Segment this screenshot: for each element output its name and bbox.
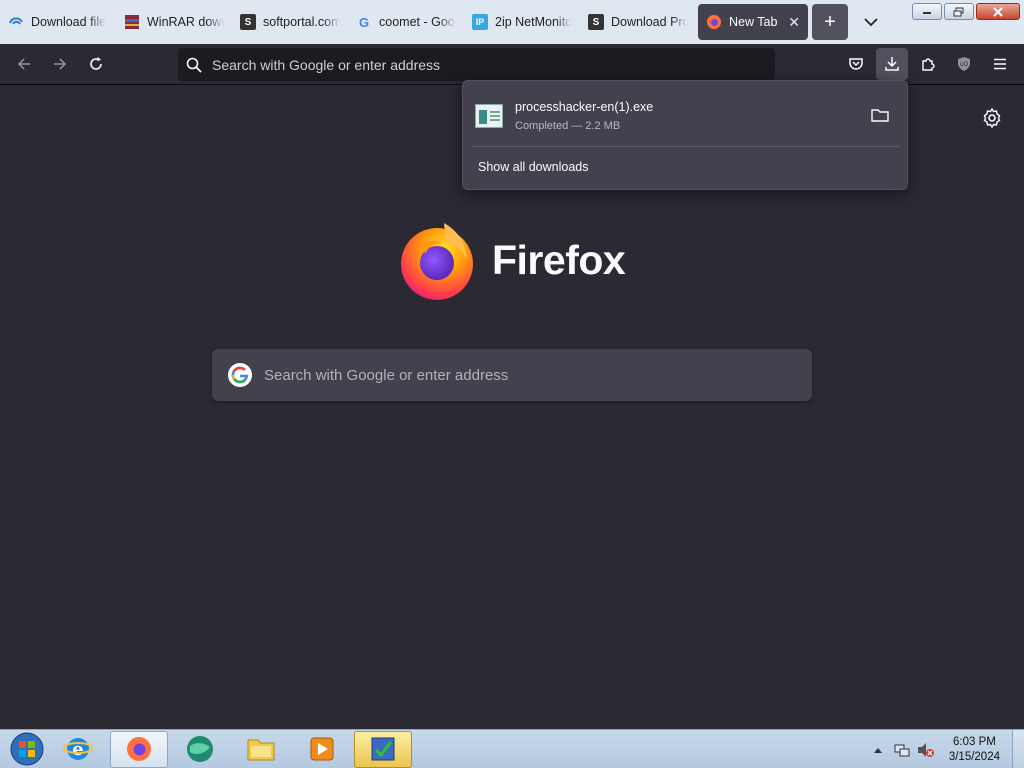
taskbar-internet-explorer[interactable]: e (49, 731, 107, 768)
checklist-app-icon (371, 737, 395, 761)
arrow-right-icon (54, 58, 67, 70)
tab-winrar[interactable]: WinRAR download (116, 5, 232, 39)
firefox-wordmark: Firefox (492, 236, 626, 283)
windows-taskbar: e 6:03 PM 3/15/2024 (0, 729, 1024, 768)
download-filename: processhacker-en(1).exe (515, 100, 654, 114)
tab-new-tab[interactable]: New Tab ✕ (698, 4, 808, 40)
tab-label: New Tab (729, 15, 778, 29)
ublock-button[interactable]: uO (948, 48, 980, 80)
tab-label: 2ip NetMonitor (495, 15, 572, 29)
reload-button[interactable] (80, 48, 112, 80)
network-icon (894, 744, 910, 756)
downloads-button[interactable] (876, 48, 908, 80)
start-button[interactable] (8, 731, 46, 767)
new-tab-button[interactable]: + (812, 4, 848, 40)
forward-button[interactable] (44, 48, 76, 80)
page-search-box[interactable]: Search with Google or enter address (212, 349, 812, 401)
taskbar-highlighted-app[interactable] (354, 730, 412, 768)
tab-softportal[interactable]: S softportal.com (232, 5, 348, 39)
taskbar-firefox[interactable] (110, 730, 168, 768)
taskbar-file-explorer[interactable] (232, 731, 290, 768)
tab-label: softportal.com (263, 15, 340, 29)
green-globe-icon (187, 736, 213, 762)
show-hidden-icons-button[interactable] (869, 741, 887, 759)
divider (471, 146, 899, 147)
clock-date: 3/15/2024 (948, 750, 1000, 763)
puzzle-icon (922, 58, 935, 71)
media-player-icon (310, 737, 334, 761)
firefox-logo-icon (401, 223, 473, 300)
volume-tray-icon[interactable] (917, 741, 935, 759)
downloads-panel: processhacker-en(1).exe Completed — 2.2 … (462, 80, 908, 190)
clock-time: 6:03 PM (953, 735, 996, 748)
tab-strip: Download file WinRAR download S softport… (0, 0, 1024, 44)
show-all-downloads-link[interactable]: Show all downloads (478, 160, 589, 174)
firefox-icon (706, 14, 722, 30)
speaker-muted-icon (917, 742, 934, 757)
folder-icon (871, 109, 889, 122)
executable-file-icon (475, 104, 503, 128)
google-g-icon: G (358, 14, 370, 30)
page-search-placeholder: Search with Google or enter address (264, 366, 509, 384)
close-tab-icon[interactable]: ✕ (788, 14, 800, 31)
minimize-icon (923, 11, 931, 14)
tab-label: WinRAR download (147, 15, 224, 29)
tab-label: coomet - Google (379, 15, 456, 29)
tab-2ip[interactable]: IP 2ip NetMonitor (464, 5, 580, 39)
download-icon (885, 57, 899, 71)
blue-swirl-icon (8, 14, 24, 30)
personalize-button[interactable] (980, 106, 1004, 130)
url-bar[interactable]: Search with Google or enter address (178, 48, 775, 81)
system-clock[interactable]: 6:03 PM 3/15/2024 (949, 735, 1000, 765)
google-logo-icon (228, 363, 252, 387)
ublock-shield-icon: uO (958, 57, 970, 71)
firefox-logo: Firefox (396, 219, 626, 301)
extensions-button[interactable] (912, 48, 944, 80)
taskbar-media-player[interactable] (293, 731, 351, 768)
winrar-icon (124, 14, 140, 30)
restore-button[interactable] (944, 3, 974, 20)
close-icon (993, 6, 1003, 17)
tab-label: Download Process (611, 15, 688, 29)
download-status: Completed — 2.2 MB (515, 120, 621, 132)
tab-download-process[interactable]: S Download Process (580, 5, 696, 39)
search-icon (186, 57, 202, 73)
app-menu-button[interactable] (984, 48, 1016, 80)
windows-logo-icon (10, 732, 44, 766)
system-tray: 6:03 PM 3/15/2024 (863, 730, 1024, 768)
firefox-icon (127, 737, 151, 761)
navigation-toolbar: Search with Google or enter address uO (0, 44, 1024, 85)
reload-icon (90, 57, 102, 70)
svg-text:uO: uO (960, 61, 969, 68)
restore-icon (953, 7, 964, 16)
network-tray-icon[interactable] (893, 741, 911, 759)
tab-google[interactable]: G coomet - Google (348, 5, 464, 39)
taskbar-green-globe-app[interactable] (171, 731, 229, 768)
url-bar-placeholder: Search with Google or enter address (212, 56, 441, 73)
close-window-button[interactable] (976, 3, 1020, 20)
tab-label: Download file (31, 15, 107, 29)
hamburger-menu-icon (994, 58, 1006, 70)
pocket-icon (849, 58, 863, 70)
show-desktop-button[interactable] (1012, 730, 1024, 768)
chevron-up-icon (873, 747, 882, 753)
2ip-icon: IP (472, 14, 488, 30)
arrow-left-icon (17, 58, 30, 70)
back-button[interactable] (8, 48, 40, 80)
softportal-s-icon: S (240, 14, 256, 30)
toolbar-right: uO (840, 48, 1016, 80)
download-item[interactable]: processhacker-en(1).exe Completed — 2.2 … (463, 87, 907, 145)
list-all-tabs-button[interactable] (856, 7, 886, 37)
window-controls (912, 3, 1020, 20)
pocket-button[interactable] (840, 48, 872, 80)
show-in-folder-button[interactable] (871, 107, 891, 125)
internet-explorer-icon: e (63, 738, 93, 760)
gear-icon (983, 107, 1001, 129)
folder-icon (247, 739, 275, 761)
softportal-s-icon: S (588, 14, 604, 30)
tab-download-file[interactable]: Download file (0, 5, 116, 39)
minimize-button[interactable] (912, 3, 942, 20)
chevron-down-icon (864, 18, 878, 27)
